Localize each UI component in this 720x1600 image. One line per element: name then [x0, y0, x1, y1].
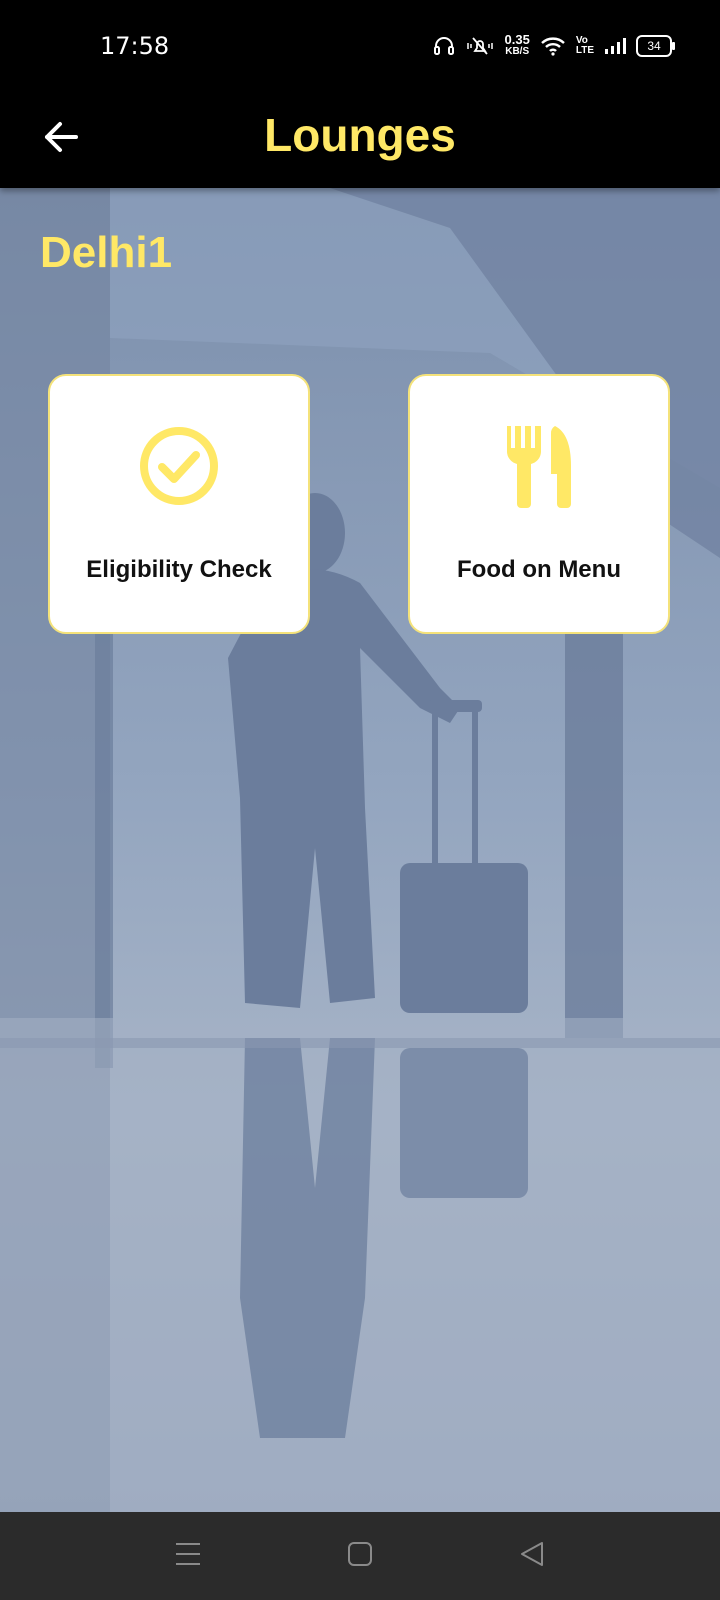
battery-icon: 34	[636, 35, 675, 57]
headphones-icon	[433, 36, 455, 56]
status-bar: 17:58 0.35 KB/S Vo LTE 34	[0, 0, 720, 96]
nav-back-button[interactable]	[514, 1540, 550, 1572]
main-content: Delhi1 Eligibility Check Food on Menu	[0, 188, 720, 1512]
food-on-menu-label: Food on Menu	[457, 556, 621, 583]
net-speed-unit: KB/S	[505, 46, 530, 57]
status-icons: 0.35 KB/S Vo LTE 34	[433, 32, 675, 58]
back-triangle-icon	[519, 1541, 545, 1572]
nav-menu-button[interactable]	[170, 1540, 206, 1572]
net-speed: 0.35 KB/S	[504, 32, 530, 58]
app-bar: Lounges	[0, 96, 720, 188]
food-on-menu-card[interactable]: Food on Menu	[408, 374, 670, 634]
status-time: 17:58	[100, 32, 170, 60]
net-speed-value: 0.35	[504, 32, 530, 47]
eligibility-check-card[interactable]: Eligibility Check	[48, 374, 310, 634]
eligibility-check-label: Eligibility Check	[86, 556, 272, 583]
home-square-icon	[347, 1541, 373, 1572]
system-nav-bar	[0, 1512, 720, 1600]
location-title: Delhi1	[40, 228, 173, 277]
battery-level: 34	[647, 39, 661, 53]
check-circle-icon	[137, 424, 221, 508]
vibrate-mute-icon	[465, 35, 495, 57]
fork-knife-icon	[497, 424, 581, 508]
menu-icon	[174, 1541, 202, 1572]
page-title: Lounges	[264, 109, 456, 161]
nav-home-button[interactable]	[342, 1540, 378, 1572]
signal-icon	[604, 37, 626, 55]
wifi-icon	[540, 36, 566, 56]
volte-bottom: LTE	[575, 45, 594, 56]
volte-indicator: Vo LTE	[576, 36, 594, 56]
